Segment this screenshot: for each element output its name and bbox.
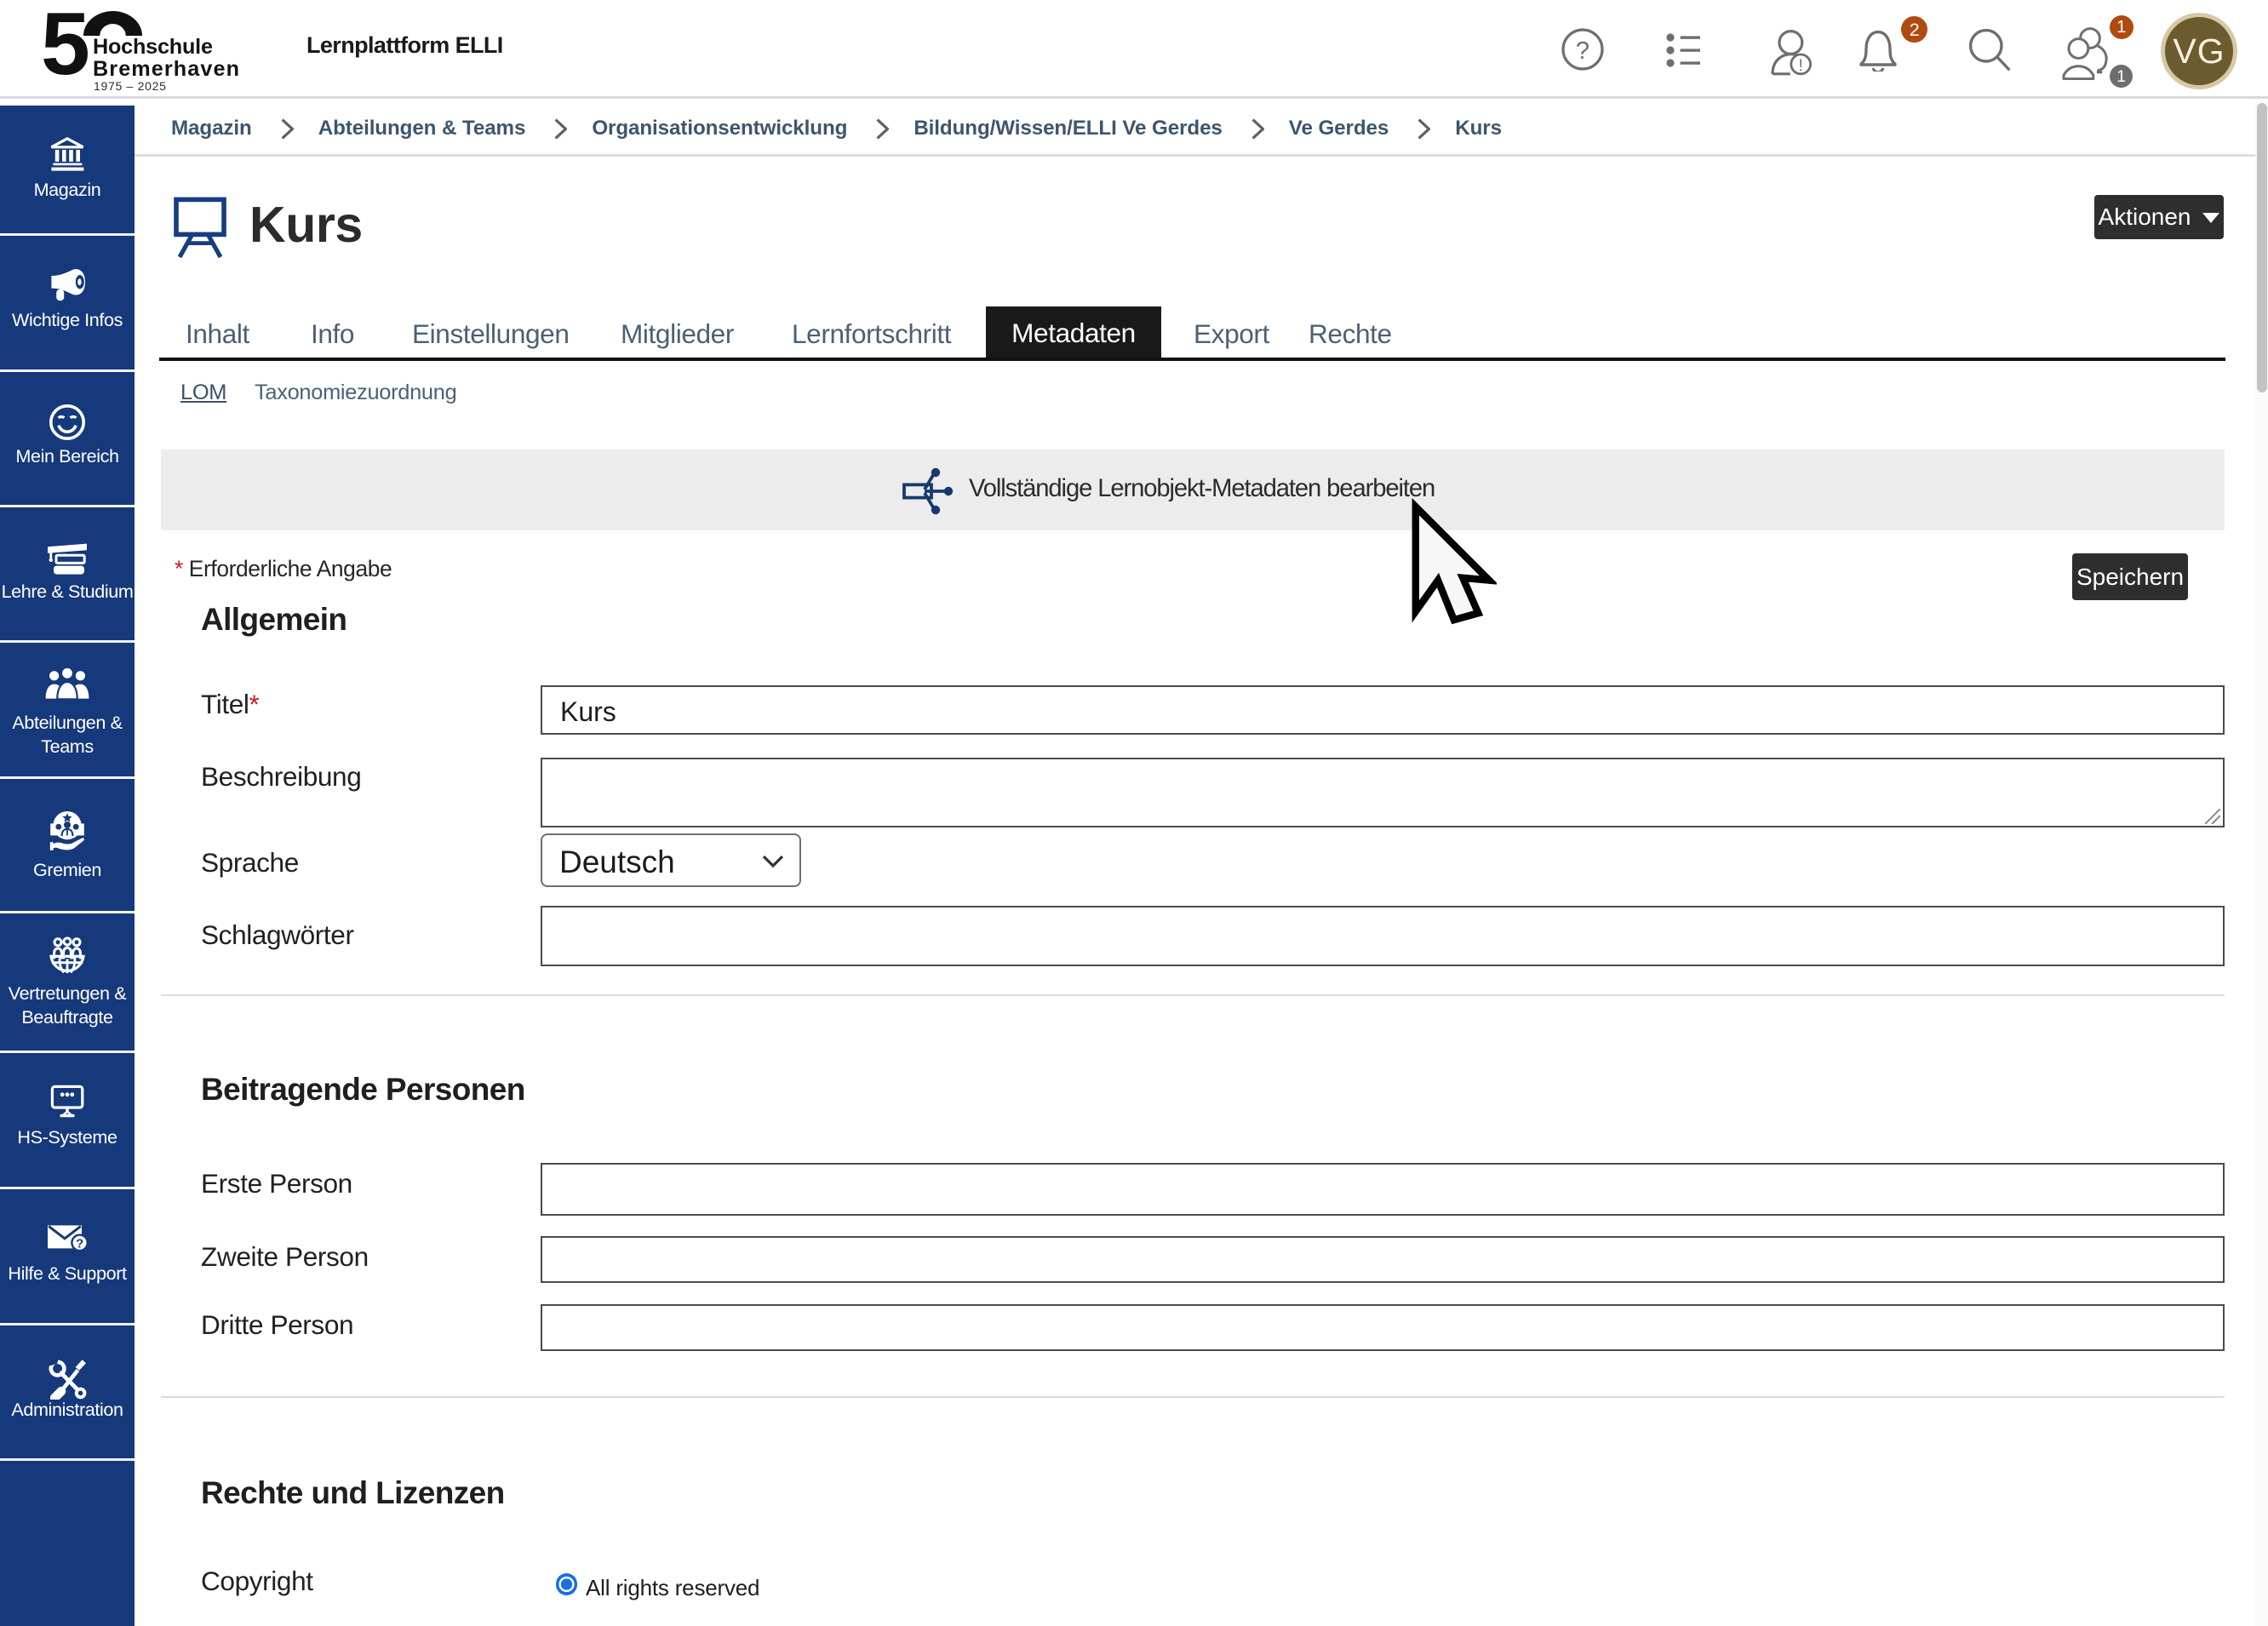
svg-text:!: !: [1798, 56, 1802, 75]
svg-text:?: ?: [1576, 37, 1589, 65]
svg-text:?: ?: [76, 1236, 83, 1251]
